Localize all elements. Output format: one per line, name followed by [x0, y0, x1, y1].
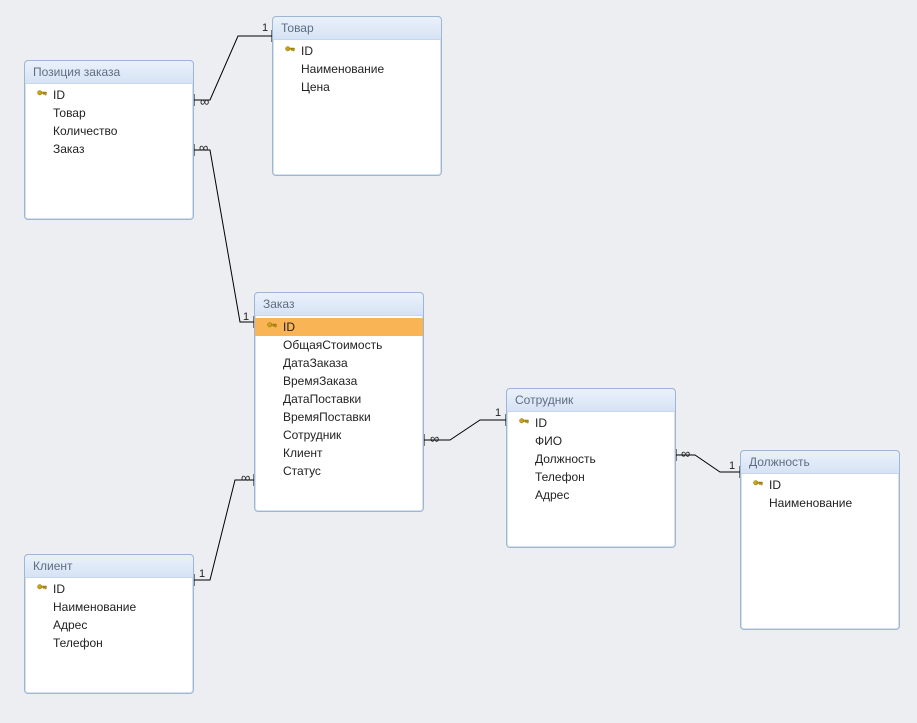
relationship-canvas[interactable]: Позиция заказа ID Товар Количество Заказ Това… [0, 0, 917, 723]
entity-body: ID ОбщаяСтоимость ДатаЗаказа ВремяЗаказа Дат… [255, 316, 423, 482]
primary-key-icon [515, 417, 533, 429]
entity-position[interactable]: Должность ID Наименование [740, 450, 900, 630]
cardinality-one: 1 [262, 22, 268, 34]
field-label: ID [767, 478, 781, 492]
field-label: ID [281, 320, 295, 334]
entity-body: ID Товар Количество Заказ [25, 84, 193, 160]
field-label: ID [299, 44, 313, 58]
entity-header[interactable]: Клиент [25, 555, 193, 578]
field-row[interactable]: Количество [25, 122, 193, 140]
cardinality-many: ∞ [681, 446, 690, 461]
field-label: ID [533, 416, 547, 430]
field-row[interactable]: Наименование [273, 60, 441, 78]
field-label: Должность [533, 452, 596, 466]
entity-header[interactable]: Сотрудник [507, 389, 675, 412]
cardinality-many: ∞ [199, 140, 208, 155]
field-row[interactable]: ДатаПоставки [255, 390, 423, 408]
entity-header[interactable]: Заказ [255, 293, 423, 316]
field-label: Статус [281, 464, 321, 478]
cardinality-one: 1 [729, 460, 735, 472]
field-label: ID [51, 88, 65, 102]
field-label: Адрес [51, 618, 87, 632]
field-label: Телефон [533, 470, 585, 484]
field-row[interactable]: Сотрудник [255, 426, 423, 444]
field-row[interactable]: Должность [507, 450, 675, 468]
field-row[interactable]: ID [25, 580, 193, 598]
field-label: Цена [299, 80, 330, 94]
field-row[interactable]: ID [25, 86, 193, 104]
field-row[interactable]: Телефон [25, 634, 193, 652]
entity-employee[interactable]: Сотрудник ID ФИО Должность Телефон Адрес [506, 388, 676, 548]
cardinality-one: 1 [495, 407, 501, 419]
cardinality-many: ∞ [241, 470, 250, 485]
entity-order[interactable]: Заказ ID ОбщаяСтоимость ДатаЗаказа ВремяЗака… [254, 292, 424, 512]
field-row[interactable]: Адрес [507, 486, 675, 504]
entity-body: ID Наименование Цена [273, 40, 441, 98]
field-label: ВремяПоставки [281, 410, 371, 424]
entity-body: ID ФИО Должность Телефон Адрес [507, 412, 675, 506]
field-label: Наименование [51, 600, 136, 614]
field-label: Наименование [767, 496, 852, 510]
field-row[interactable]: Телефон [507, 468, 675, 486]
field-row[interactable]: ВремяПоставки [255, 408, 423, 426]
field-row[interactable]: ID [273, 42, 441, 60]
field-row[interactable]: Цена [273, 78, 441, 96]
field-row[interactable]: ДатаЗаказа [255, 354, 423, 372]
entity-header[interactable]: Должность [741, 451, 899, 474]
field-row[interactable]: Наименование [25, 598, 193, 616]
cardinality-many: ∞ [430, 431, 439, 446]
field-label: Товар [51, 106, 86, 120]
primary-key-icon [281, 45, 299, 57]
entity-header[interactable]: Позиция заказа [25, 61, 193, 84]
field-label: ОбщаяСтоимость [281, 338, 382, 352]
field-label: Клиент [281, 446, 323, 460]
field-label: ДатаПоставки [281, 392, 361, 406]
field-label: Заказ [51, 142, 84, 156]
field-row[interactable]: ФИО [507, 432, 675, 450]
primary-key-icon [33, 89, 51, 101]
entity-product[interactable]: Товар ID Наименование Цена [272, 16, 442, 176]
field-row[interactable]: Товар [25, 104, 193, 122]
primary-key-icon [263, 321, 281, 333]
field-label: Телефон [51, 636, 103, 650]
field-label: ДатаЗаказа [281, 356, 348, 370]
field-row[interactable]: ID [507, 414, 675, 432]
field-label: Наименование [299, 62, 384, 76]
entity-client[interactable]: Клиент ID Наименование Адрес Телефон [24, 554, 194, 694]
cardinality-one: 1 [199, 568, 205, 580]
field-label: Сотрудник [281, 428, 341, 442]
primary-key-icon [33, 583, 51, 595]
field-label: ID [51, 582, 65, 596]
field-row[interactable]: ID [255, 318, 423, 336]
field-label: Количество [51, 124, 117, 138]
entity-body: ID Наименование Адрес Телефон [25, 578, 193, 654]
field-label: ВремяЗаказа [281, 374, 357, 388]
cardinality-many: ∞ [200, 94, 209, 109]
field-label: Адрес [533, 488, 569, 502]
field-row[interactable]: Заказ [25, 140, 193, 158]
field-row[interactable]: Наименование [741, 494, 899, 512]
field-row[interactable]: ОбщаяСтоимость [255, 336, 423, 354]
entity-body: ID Наименование [741, 474, 899, 514]
field-row[interactable]: Адрес [25, 616, 193, 634]
field-row[interactable]: Статус [255, 462, 423, 480]
cardinality-one: 1 [243, 311, 249, 323]
entity-orderItem[interactable]: Позиция заказа ID Товар Количество Заказ [24, 60, 194, 220]
primary-key-icon [749, 479, 767, 491]
entity-header[interactable]: Товар [273, 17, 441, 40]
field-label: ФИО [533, 434, 562, 448]
field-row[interactable]: ID [741, 476, 899, 494]
field-row[interactable]: Клиент [255, 444, 423, 462]
field-row[interactable]: ВремяЗаказа [255, 372, 423, 390]
